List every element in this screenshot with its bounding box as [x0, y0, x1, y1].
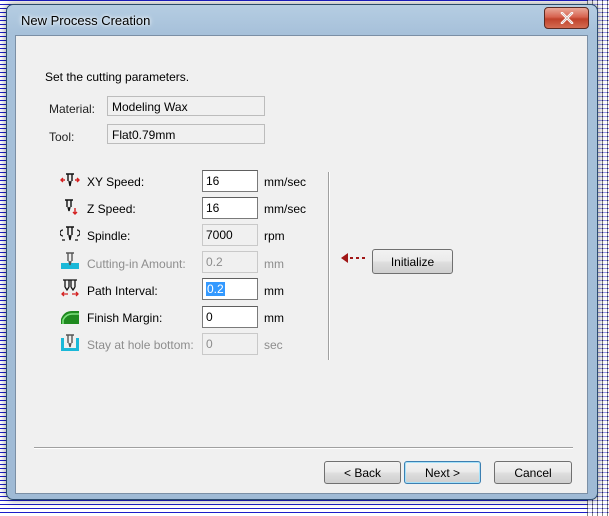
- xy-speed-label: XY Speed:: [87, 175, 145, 189]
- path-interval-icon: [60, 279, 80, 297]
- tool-label: Tool:: [49, 130, 75, 144]
- finish-margin-unit: mm: [264, 311, 284, 325]
- spindle-label: Spindle:: [87, 229, 131, 243]
- path-interval-label: Path Interval:: [87, 284, 158, 298]
- material-label: Material:: [49, 102, 96, 116]
- material-value: Modeling Wax: [107, 96, 265, 116]
- cancel-button[interactable]: Cancel: [494, 461, 572, 484]
- tool-value: Flat0.79mm: [107, 124, 265, 144]
- z-speed-unit: mm/sec: [264, 202, 306, 216]
- stay-hole-label: Stay at hole bottom:: [87, 338, 194, 352]
- title-bar[interactable]: New Process Creation: [7, 5, 597, 35]
- stay-hole-unit: sec: [264, 338, 283, 352]
- initialize-button[interactable]: Initialize: [372, 249, 453, 274]
- dialog-window: New Process Creation Set the cutting par…: [6, 4, 598, 500]
- path-interval-input[interactable]: 0.2: [202, 278, 258, 300]
- window-title: New Process Creation: [21, 13, 151, 28]
- stay-hole-icon: [60, 334, 80, 352]
- arrow-left-icon: [341, 253, 365, 263]
- spindle-value: 7000: [202, 224, 258, 246]
- path-interval-selected-text: 0.2: [206, 282, 225, 296]
- cutting-in-icon: [60, 252, 80, 270]
- vertical-divider: [328, 172, 330, 360]
- path-interval-unit: mm: [264, 284, 284, 298]
- finish-margin-label: Finish Margin:: [87, 311, 163, 325]
- page-heading: Set the cutting parameters.: [45, 70, 190, 84]
- finish-margin-icon: [60, 307, 80, 325]
- close-icon: [560, 12, 573, 24]
- spindle-unit: rpm: [264, 229, 285, 243]
- dialog-content: Set the cutting parameters. Material: Mo…: [15, 35, 588, 494]
- stay-hole-input[interactable]: 0: [202, 333, 258, 355]
- xy-speed-unit: mm/sec: [264, 175, 306, 189]
- spindle-icon: [59, 225, 81, 243]
- cutting-in-label: Cutting-in Amount:: [87, 257, 186, 271]
- footer-separator: [34, 447, 573, 449]
- cutting-in-input[interactable]: 0.2: [202, 251, 258, 273]
- close-button[interactable]: [544, 7, 589, 29]
- cutting-in-unit: mm: [264, 257, 284, 271]
- back-button[interactable]: < Back: [324, 461, 401, 484]
- xy-speed-icon: [60, 171, 80, 189]
- z-speed-label: Z Speed:: [87, 202, 136, 216]
- finish-margin-input[interactable]: 0: [202, 306, 258, 328]
- next-button[interactable]: Next >: [404, 461, 481, 484]
- xy-speed-input[interactable]: 16: [202, 170, 258, 192]
- z-speed-icon: [60, 198, 80, 216]
- z-speed-input[interactable]: 16: [202, 197, 258, 219]
